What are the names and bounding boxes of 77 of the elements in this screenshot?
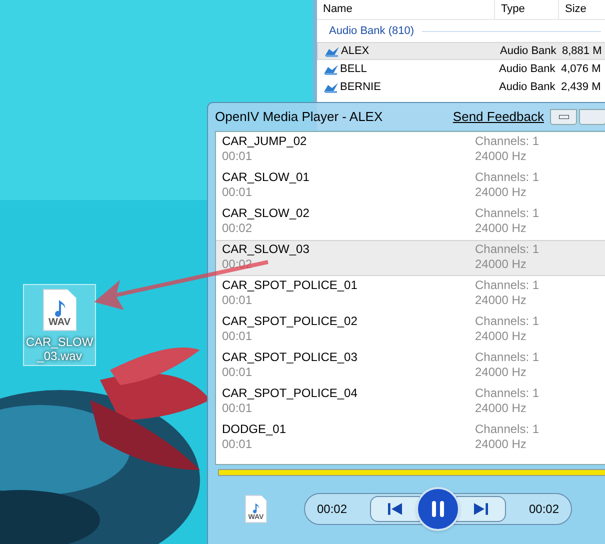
track-sample-rate: 24000 Hz: [475, 185, 528, 200]
track-sample-rate: 24000 Hz: [475, 365, 528, 380]
pause-icon: [431, 501, 445, 517]
track-channels: Channels: 1: [475, 206, 540, 221]
file-row[interactable]: ALEX Audio Bank 8,881 M: [317, 42, 605, 60]
track-channels: Channels: 1: [475, 350, 540, 365]
file-type: Audio Bank: [499, 44, 558, 59]
column-header[interactable]: Size: [559, 0, 605, 19]
previous-button[interactable]: [370, 496, 420, 522]
audio-bank-icon: [323, 80, 339, 94]
file-size: 2,439 M: [560, 80, 601, 95]
track-name: DODGE_01: [222, 422, 288, 437]
track-duration: 00:01: [222, 365, 254, 380]
file-size: 4,076 M: [560, 62, 601, 77]
track-channels: Channels: 1: [475, 314, 540, 329]
track-duration: 00:01: [222, 149, 254, 164]
total-time: 00:02: [528, 501, 559, 518]
audio-bank-icon: [324, 44, 340, 58]
next-icon: [474, 503, 488, 515]
track-sample-rate: 24000 Hz: [475, 329, 528, 344]
track-duration: 00:01: [222, 185, 254, 200]
track-name: CAR_SPOT_POLICE_02: [222, 314, 358, 329]
track-duration: 00:01: [222, 293, 254, 308]
file-row[interactable]: BERNIE Audio Bank 2,439 M: [317, 78, 605, 96]
previous-icon: [388, 503, 402, 515]
track-sample-rate: 24000 Hz: [475, 221, 528, 236]
track-name: CAR_SPOT_POLICE_04: [222, 386, 358, 401]
track-duration: 00:02: [222, 221, 254, 236]
minimize-button[interactable]: [550, 109, 577, 125]
wav-file-icon: WAV: [42, 289, 76, 331]
elapsed-time: 00:02: [317, 501, 348, 518]
track-row[interactable]: CAR_SLOW_02 00:02 Channels: 1 24000 Hz: [216, 204, 605, 240]
send-feedback-link[interactable]: Send Feedback: [452, 107, 544, 127]
track-channels: Channels: 1: [475, 242, 540, 257]
window-title: OpenIV Media Player - ALEX: [215, 108, 383, 126]
track-row[interactable]: DODGE_01 00:01 Channels: 1 24000 Hz: [216, 420, 605, 456]
track-row[interactable]: CAR_SPOT_POLICE_01 00:01 Channels: 1 24000 Hz: [216, 276, 605, 312]
track-duration: 00:01: [222, 401, 254, 416]
track-name: CAR_SLOW_01: [222, 170, 310, 185]
track-channels: Channels: 1: [475, 134, 540, 149]
track-row[interactable]: CAR_SPOT_POLICE_04 00:01 Channels: 1 24000 Hz: [216, 384, 605, 420]
track-channels: Channels: 1: [475, 170, 540, 185]
track-sample-rate: 24000 Hz: [475, 401, 528, 416]
track-name: CAR_JUMP_02: [222, 134, 308, 149]
group-header[interactable]: Audio Bank (810): [329, 22, 414, 40]
minimize-icon: [558, 115, 568, 119]
file-name: ALEX: [341, 44, 370, 59]
desktop-file-icon[interactable]: WAV CAR_SLOW_03.wav: [23, 284, 96, 366]
column-header[interactable]: Name: [317, 0, 495, 19]
file-size: 8,881 M: [561, 44, 602, 59]
track-channels: Channels: 1: [475, 422, 540, 437]
column-header[interactable]: Type: [495, 0, 559, 19]
track-name: CAR_SPOT_POLICE_01: [222, 278, 358, 293]
track-name: CAR_SLOW_03: [222, 242, 310, 257]
file-name: BELL: [340, 62, 367, 77]
track-channels: Channels: 1: [475, 386, 540, 401]
track-sample-rate: 24000 Hz: [475, 149, 528, 164]
track-sample-rate: 24000 Hz: [475, 437, 528, 452]
track-row[interactable]: CAR_JUMP_02 00:01 Channels: 1 24000 Hz: [216, 132, 605, 168]
desktop-file-label: CAR_SLOW_03.wav: [24, 335, 94, 363]
track-row[interactable]: CAR_SPOT_POLICE_03 00:01 Channels: 1 24000 Hz: [216, 348, 605, 384]
next-button[interactable]: [456, 496, 506, 522]
track-channels: Channels: 1: [475, 278, 540, 293]
track-sample-rate: 24000 Hz: [475, 257, 528, 272]
pause-button[interactable]: [416, 487, 460, 531]
track-row[interactable]: CAR_SPOT_POLICE_02 00:01 Channels: 1 24000 Hz: [216, 312, 605, 348]
file-name: BERNIE: [340, 80, 381, 95]
track-name: CAR_SLOW_02: [222, 206, 310, 221]
track-sample-rate: 24000 Hz: [475, 293, 528, 308]
file-type: Audio Bank: [498, 62, 556, 77]
file-row[interactable]: BELL Audio Bank 4,076 M: [317, 60, 605, 78]
audio-bank-icon: [323, 62, 339, 76]
track-duration: 00:01: [222, 437, 254, 452]
file-type: Audio Bank: [498, 80, 556, 95]
track-row[interactable]: CAR_SLOW_01 00:01 Channels: 1 24000 Hz: [216, 168, 605, 204]
track-name: CAR_SPOT_POLICE_03: [222, 350, 358, 365]
track-duration: 00:01: [222, 329, 254, 344]
